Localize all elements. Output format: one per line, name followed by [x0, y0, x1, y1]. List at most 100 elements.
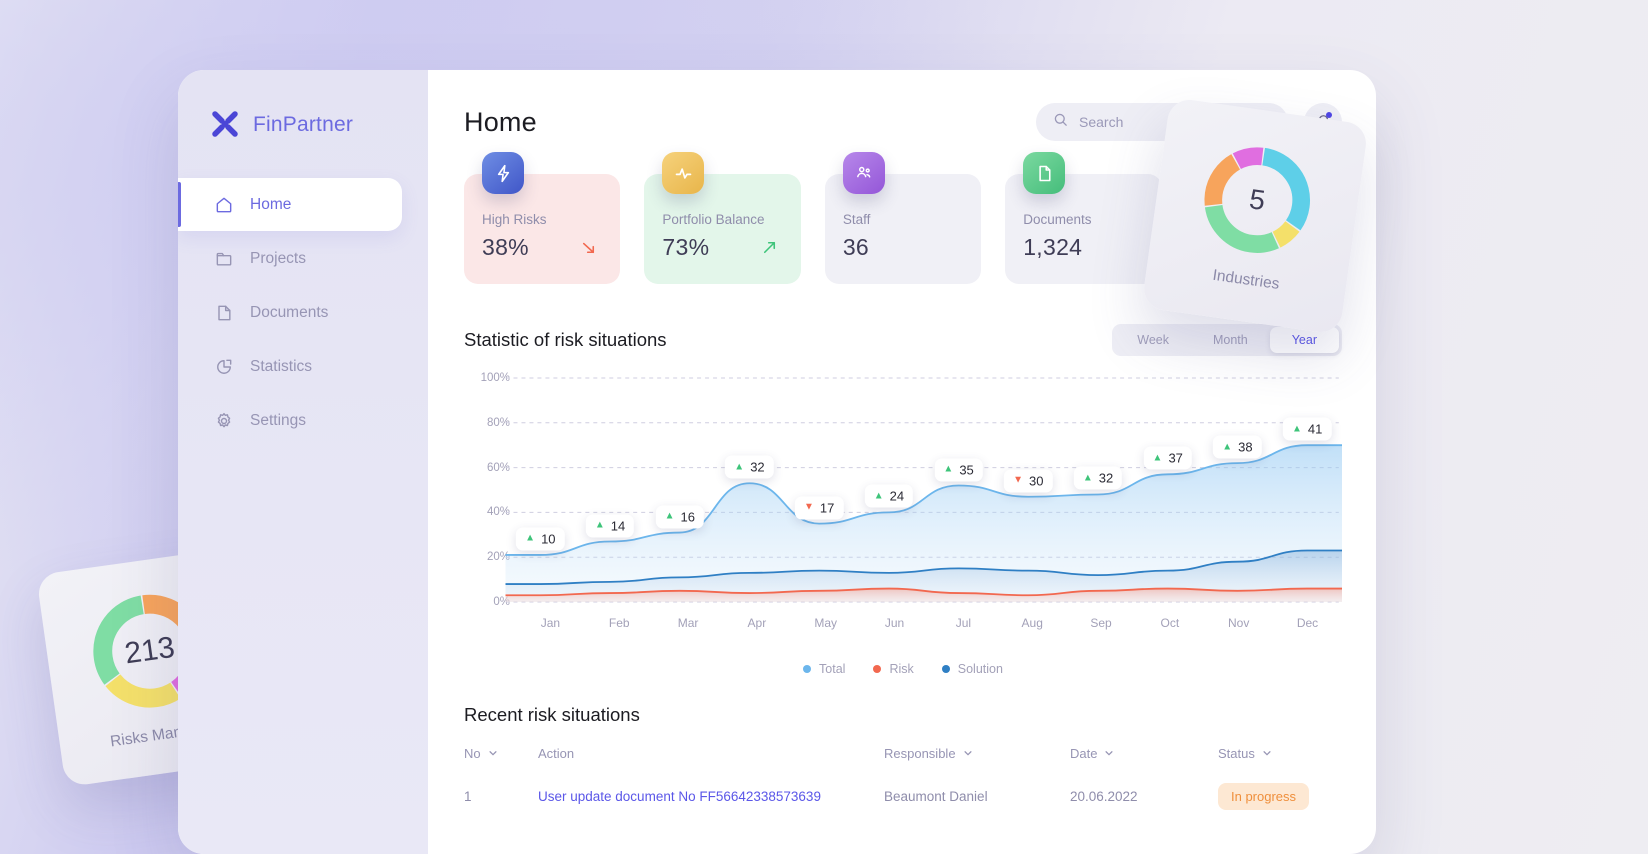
chevron-down-icon	[488, 746, 498, 761]
x-axis-tick: May	[814, 616, 838, 630]
caret-up-icon: ▲	[594, 519, 605, 531]
chart-point-label: ▲ 14	[585, 514, 635, 538]
point-value: 10	[541, 531, 556, 547]
industries-label: Industries	[1211, 266, 1281, 293]
x-axis-tick: Mar	[677, 616, 699, 630]
x-axis-tick: Aug	[1021, 616, 1043, 630]
sidebar-item-projects[interactable]: Projects	[178, 232, 402, 285]
stat-label: Staff	[842, 212, 871, 227]
caret-up-icon: ▲	[1152, 452, 1163, 464]
legend-item[interactable]: Solution	[941, 662, 1003, 676]
column-header-responsible[interactable]: Responsible	[884, 726, 1070, 761]
stat-label: Portfolio Balance	[662, 212, 765, 227]
chart-point-label: ▲ 24	[864, 484, 914, 508]
table-header-row: No Action Responsible Date Status	[464, 726, 1342, 761]
stat-card-documents[interactable]: Documents 1,324	[1005, 152, 1162, 284]
stat-card-high-risks[interactable]: High Risks 38%	[464, 152, 621, 284]
point-value: 38	[1238, 439, 1253, 455]
sidebar-item-label: Projects	[250, 249, 306, 267]
legend-color-dot	[941, 665, 950, 673]
chart-legend: Total Risk Solution	[464, 662, 1342, 676]
home-icon	[214, 195, 234, 215]
legend-item[interactable]: Risk	[873, 662, 914, 676]
x-axis-tick: Dec	[1296, 616, 1319, 630]
stat-label: High Risks	[482, 212, 547, 227]
stat-card-portfolio-balance[interactable]: Portfolio Balance 73%	[644, 152, 801, 284]
sidebar-item-label: Statistics	[250, 357, 313, 375]
industries-value: 5	[1247, 183, 1268, 217]
column-header-date[interactable]: Date	[1070, 726, 1218, 761]
point-value: 35	[959, 462, 974, 478]
stat-label: Documents	[1023, 212, 1092, 227]
stat-value: 1,324	[1023, 234, 1083, 260]
caret-up-icon: ▲	[1082, 472, 1093, 484]
sidebar-item-settings[interactable]: Settings	[178, 394, 402, 447]
document-icon	[214, 303, 234, 323]
chart-point-label: ▲ 32	[1073, 466, 1123, 490]
notification-badge-dot	[1326, 112, 1332, 118]
column-header-action: Action	[538, 726, 884, 761]
point-value: 41	[1307, 421, 1323, 437]
sidebar: FinPartner Home Projects Documents Stati…	[178, 70, 428, 854]
sidebar-item-home[interactable]: Home	[178, 178, 402, 231]
point-value: 17	[819, 500, 835, 516]
cell-action: User update document No FF56642338573639	[538, 761, 884, 810]
sidebar-item-statistics[interactable]: Statistics	[178, 340, 402, 393]
trend-down-icon	[579, 238, 598, 257]
point-value: 16	[680, 509, 695, 525]
point-value: 32	[1098, 470, 1114, 486]
sidebar-nav: Home Projects Documents Statistics Setti…	[178, 178, 428, 447]
range-week-button[interactable]: Week	[1115, 327, 1191, 353]
legend-color-dot	[803, 665, 812, 673]
caret-up-icon: ▲	[873, 490, 884, 502]
caret-up-icon: ▲	[1291, 423, 1302, 435]
chart-title: Statistic of risk situations	[464, 329, 667, 350]
column-header-no[interactable]: No	[464, 726, 538, 761]
brand-name: FinPartner	[253, 113, 354, 136]
x-axis-tick: Oct	[1160, 616, 1180, 630]
stat-card-staff[interactable]: Staff 36	[824, 152, 982, 284]
point-value: 24	[889, 488, 905, 504]
x-axis-tick: Jun	[884, 616, 905, 630]
x-axis-tick: Jan	[540, 616, 561, 630]
range-month-button[interactable]: Month	[1191, 327, 1270, 353]
range-year-button[interactable]: Year	[1269, 327, 1339, 353]
chart-point-label: ▲ 16	[655, 505, 704, 529]
sidebar-item-documents[interactable]: Documents	[178, 286, 402, 339]
column-label: No	[464, 746, 481, 761]
stat-value: 38%	[482, 234, 529, 260]
file-icon	[1023, 152, 1066, 194]
chart-point-label: ▼ 17	[795, 496, 844, 520]
pie-chart-icon	[214, 357, 234, 377]
column-label: Action	[538, 746, 575, 761]
point-value: 32	[750, 459, 765, 475]
legend-label: Total	[819, 662, 846, 676]
status-badge: In progress	[1218, 783, 1310, 810]
chart-plot-svg	[464, 377, 1342, 603]
x-axis-tick: Feb	[608, 616, 630, 630]
column-label: Date	[1070, 746, 1098, 761]
stat-value: 36	[842, 234, 869, 260]
caret-down-icon: ▼	[1013, 474, 1024, 486]
point-value: 30	[1029, 473, 1044, 489]
lightning-icon	[482, 152, 524, 194]
column-label: Responsible	[884, 746, 956, 761]
caret-up-icon: ▲	[943, 463, 954, 475]
trend-up-icon	[760, 238, 779, 257]
risk-statistics-chart: 0% 20% 40% 60% 80% 100% Jan Feb Mar Apr …	[464, 370, 1342, 656]
chart-point-label: ▲ 10	[516, 527, 565, 551]
column-header-status[interactable]: Status	[1218, 726, 1342, 761]
caret-down-icon: ▼	[804, 501, 814, 513]
chart-point-label: ▲ 37	[1143, 446, 1192, 470]
table-title: Recent risk situations	[464, 704, 640, 725]
folder-icon	[214, 249, 234, 269]
chevron-down-icon	[1104, 746, 1114, 761]
action-link[interactable]: User update document No FF56642338573639	[538, 789, 821, 804]
column-label: Status	[1218, 746, 1255, 761]
caret-up-icon: ▲	[664, 510, 675, 522]
risk-table: No Action Responsible Date Status 1 User…	[464, 726, 1342, 810]
chart-point-label: ▲ 41	[1282, 417, 1332, 441]
legend-label: Risk	[889, 662, 914, 676]
chart-x-axis: Jan Feb Mar Apr May Jun Jul Aug Sep Oct Nov Dec	[516, 616, 1342, 630]
legend-item[interactable]: Total	[803, 662, 845, 676]
